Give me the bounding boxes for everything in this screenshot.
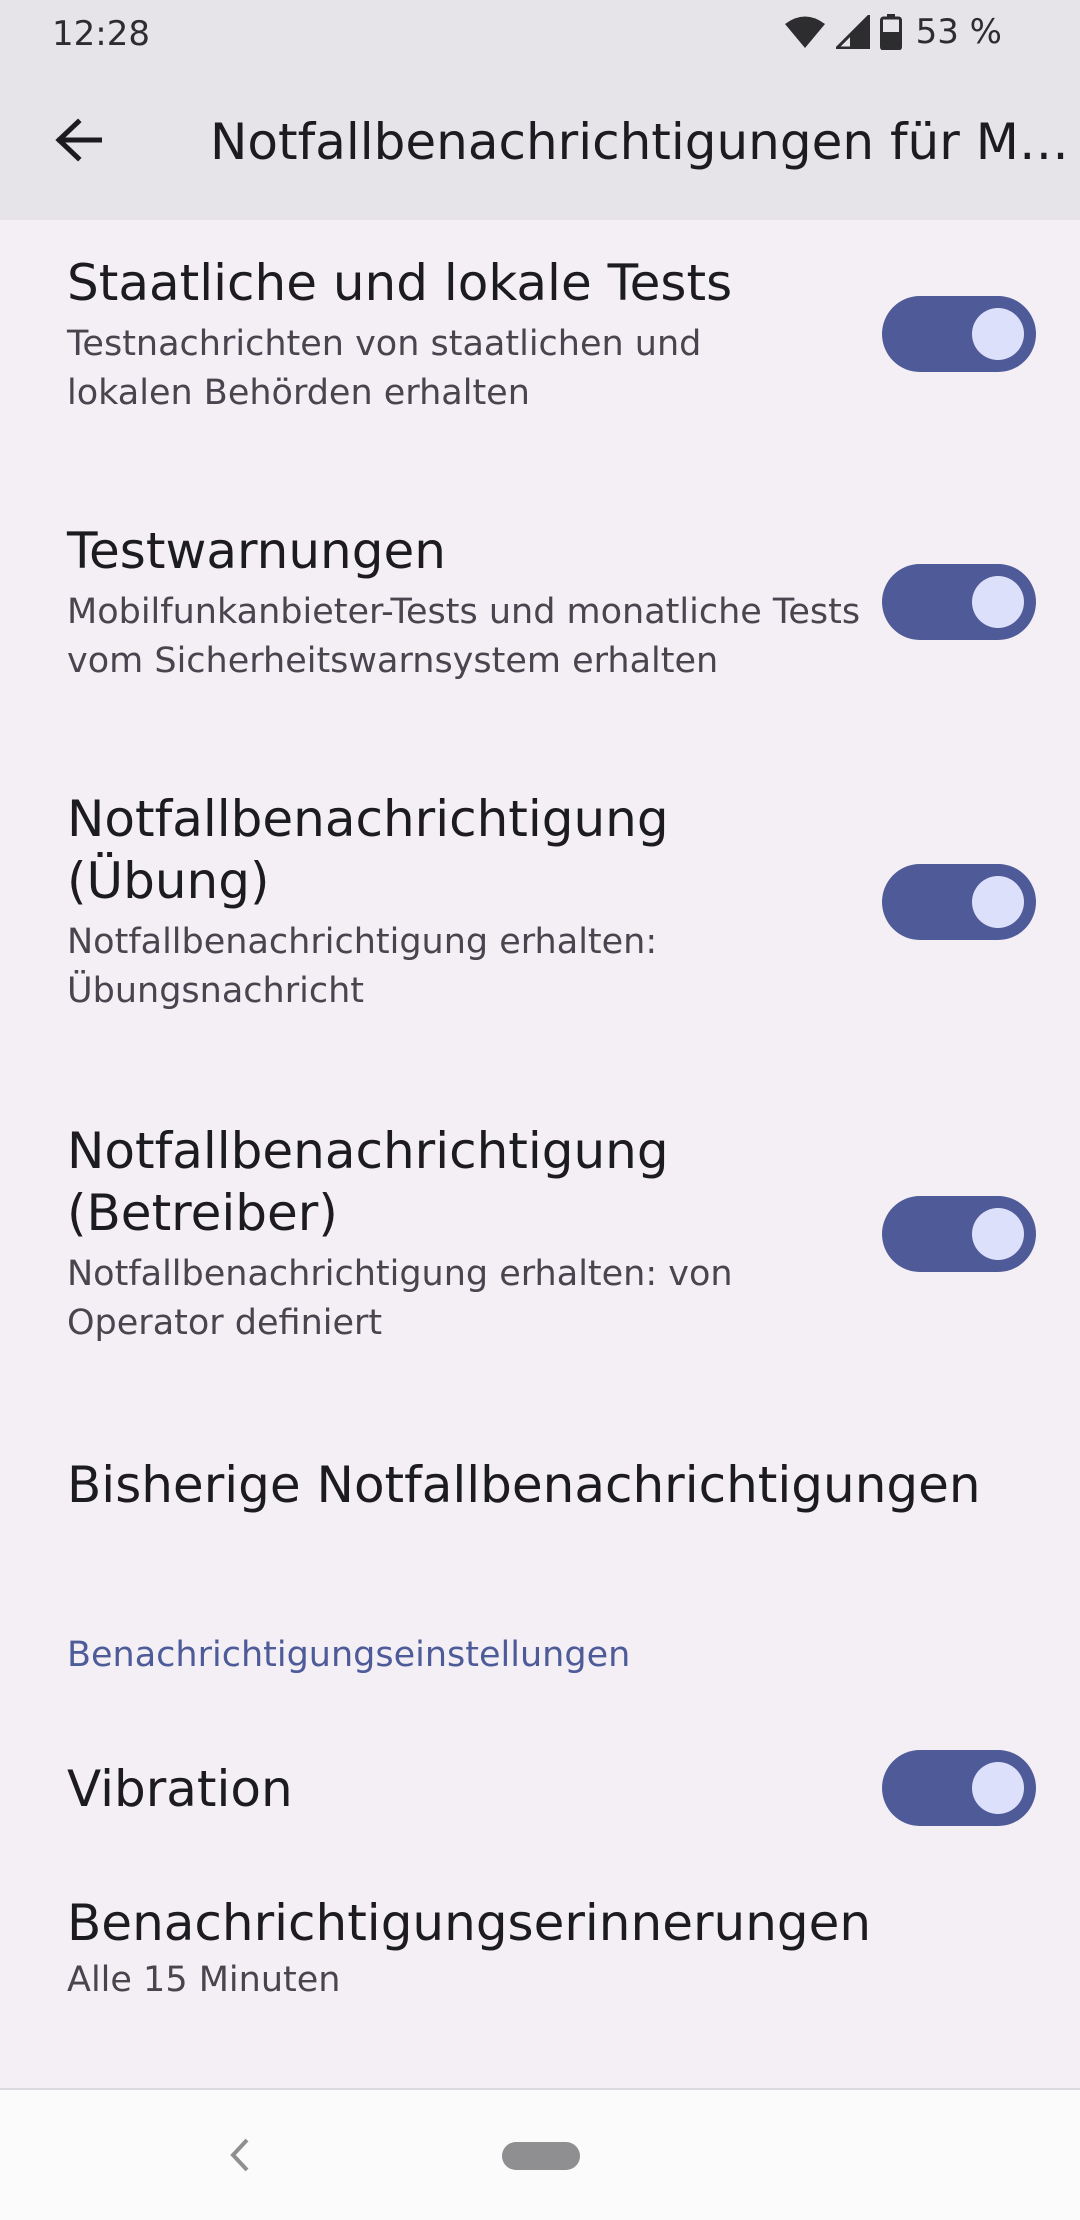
pref-title: Staatliche und lokale Tests — [67, 254, 733, 312]
pref-summary: Notfallbenachrichtigung erhalten: von Op… — [67, 1254, 733, 1343]
pref-title: Testwarnungen — [67, 522, 446, 580]
category-header: Benachrichtigungseinstellungen — [67, 1635, 631, 1675]
arrow-left-icon — [54, 118, 103, 166]
navigation-bar — [0, 2088, 1080, 2220]
pref-title: Notfallbenachrichtigung (Betreiber) — [67, 1122, 669, 1242]
chevron-left-icon — [229, 2137, 251, 2177]
top-bar: 12:28 53 % Notfallbenachrichtigungen für… — [0, 0, 1080, 220]
switch-thumb — [972, 576, 1024, 628]
app-bar: Notfallbenachrichtigungen für Mo… — [0, 64, 1080, 220]
status-bar: 12:28 53 % — [0, 0, 1080, 64]
cell-signal-icon — [835, 15, 870, 49]
status-icons: 53 % — [784, 12, 1002, 52]
battery-percent: 53 % — [915, 12, 1002, 52]
page-title: Notfallbenachrichtigungen für Mo… — [210, 113, 1070, 171]
uebung-switch[interactable] — [882, 864, 1036, 940]
pref-title: Notfallbenachrichtigung (Übung) — [67, 790, 669, 910]
battery-icon — [879, 14, 902, 50]
wifi-icon — [784, 15, 826, 49]
pref-summary: Mobilfunkanbieter-Tests und monatliche T… — [67, 592, 861, 681]
pref-summary: Notfallbenachrichtigung erhalten: Übungs… — [67, 922, 658, 1011]
back-button[interactable] — [40, 104, 116, 180]
pref-summary: Alle 15 Minuten — [67, 1960, 341, 2000]
pref-staatliche-tests[interactable]: Staatliche und lokale Tests Testnachrich… — [0, 240, 1080, 460]
switch-thumb — [972, 1208, 1024, 1260]
vibration-switch[interactable] — [882, 1750, 1036, 1826]
pref-uebung[interactable]: Notfallbenachrichtigung (Übung) Notfallb… — [0, 776, 1080, 1056]
history-title: Bisherige Notfallbenachrichtigungen — [67, 1456, 981, 1514]
pref-betreiber[interactable]: Notfallbenachrichtigung (Betreiber) Notf… — [0, 1108, 1080, 1388]
pref-reminders[interactable]: Benachrichtigungserinnerungen Alle 15 Mi… — [0, 1886, 1080, 2046]
pref-title: Vibration — [67, 1760, 293, 1818]
pref-testwarnungen[interactable]: Testwarnungen Mobilfunkanbieter-Tests un… — [0, 508, 1080, 728]
status-time: 12:28 — [52, 14, 150, 54]
pref-vibration[interactable]: Vibration — [0, 1730, 1080, 1850]
nav-back-button[interactable] — [218, 2132, 262, 2182]
switch-thumb — [972, 876, 1024, 928]
betreiber-switch[interactable] — [882, 1196, 1036, 1272]
testwarnungen-switch[interactable] — [882, 564, 1036, 640]
history-item[interactable]: Bisherige Notfallbenachrichtigungen — [0, 1420, 1080, 1550]
staatliche-tests-switch[interactable] — [882, 296, 1036, 372]
pref-summary: Testnachrichten von staatlichen und loka… — [67, 324, 702, 413]
switch-thumb — [972, 1762, 1024, 1814]
switch-thumb — [972, 308, 1024, 360]
home-pill-icon[interactable] — [502, 2142, 580, 2170]
pref-title: Benachrichtigungserinnerungen — [67, 1894, 872, 1952]
